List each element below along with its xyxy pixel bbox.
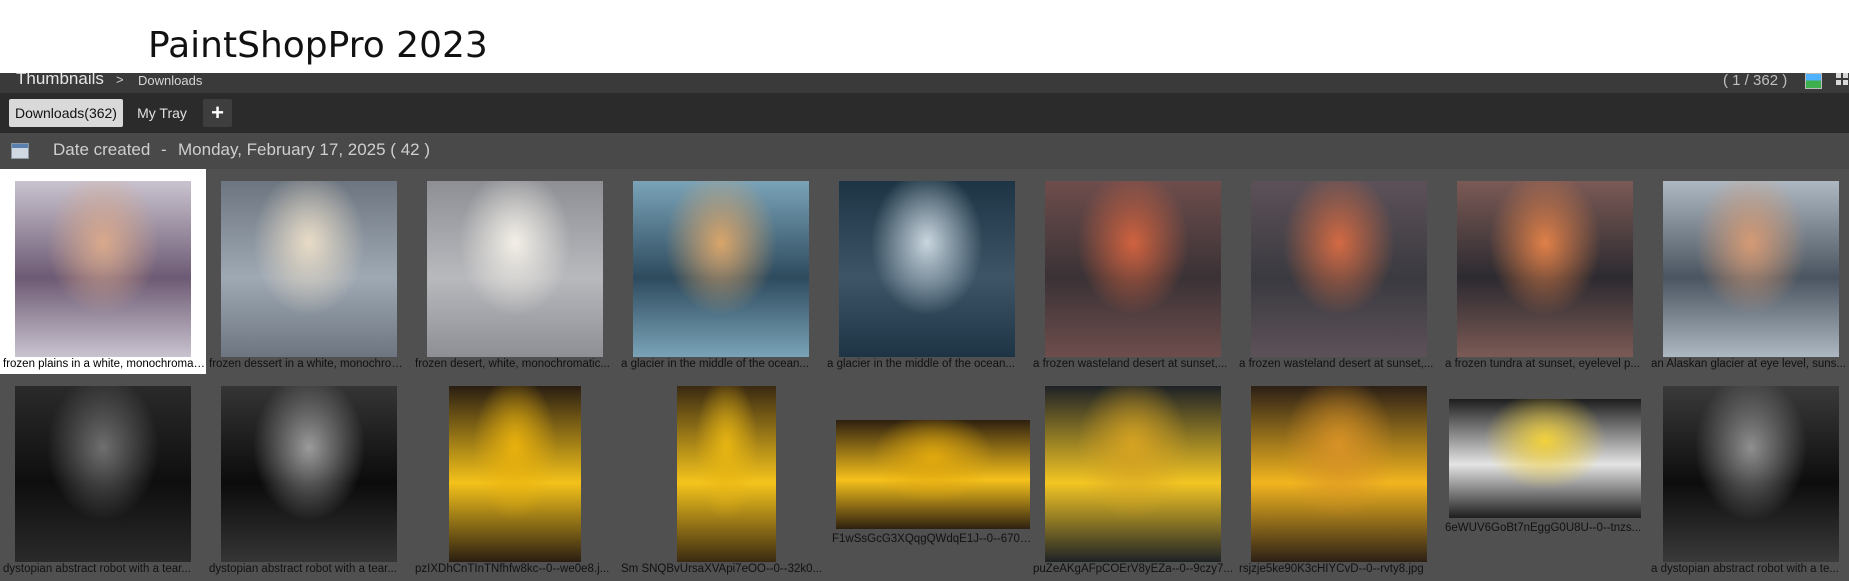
thumbnail-image[interactable]	[1663, 181, 1839, 357]
thumbnail-image[interactable]	[1449, 399, 1641, 518]
thumbnail-image[interactable]	[15, 386, 191, 562]
breadcrumb-current[interactable]: Downloads	[138, 73, 202, 88]
thumbnail-item[interactable]: frozen dessert in a white, monochromatic…	[206, 169, 412, 374]
thumbnail-caption: Sm SNQBvUrsaXVApi7eOO--0--32k0...	[621, 563, 823, 575]
thumbnail-item[interactable]: dystopian abstract robot with a tear...	[0, 374, 206, 579]
thumbnail-image[interactable]	[221, 181, 397, 357]
thumbnail-image[interactable]	[836, 420, 1030, 529]
breadcrumb-root[interactable]: Thumbnails	[16, 73, 104, 89]
thumbnail-image[interactable]	[633, 181, 809, 357]
thumbnail-caption: an Alaskan glacier at eye level, suns...	[1651, 358, 1846, 370]
thumbnail-image[interactable]	[221, 386, 397, 562]
thumbnail-caption: a glacier in the middle of the ocean...	[827, 358, 1015, 370]
thumbnail-caption: rsjzje5ke90K3cHIYCvD--0--rvty8.jpg	[1239, 563, 1424, 575]
thumbnail-caption: 6eWUV6GoBt7nEggG0U8U--0--tnzs...	[1445, 522, 1642, 534]
thumbnail-item[interactable]: a frozen wasteland desert at sunset,...	[1030, 169, 1236, 374]
thumbnail-item[interactable]: a dystopian abstract robot with a te...	[1648, 374, 1849, 579]
tray-tabs: Downloads(362) My Tray +	[0, 93, 1849, 133]
thumbnail-image[interactable]	[1045, 181, 1221, 357]
thumbnail-item[interactable]: 6eWUV6GoBt7nEggG0U8U--0--tnzs...	[1442, 374, 1648, 579]
thumbnail-caption: F1wSsGcG3XQqgQWdqE1J--0--6708...	[832, 533, 1035, 545]
grid-view-icon[interactable]	[1836, 73, 1849, 87]
group-date: Monday, February 17, 2025 ( 42 )	[178, 140, 430, 159]
breadcrumb-separator: >	[116, 73, 124, 87]
tab-my-tray[interactable]: My Tray	[129, 99, 195, 127]
thumbnail-caption: pzIXDhCnTInTNfhfw8kc--0--we0e8.j...	[415, 563, 610, 575]
thumbnail-item[interactable]: pzIXDhCnTInTNfhfw8kc--0--we0e8.j...	[412, 374, 618, 579]
page-count: ( 1 / 362 )	[1723, 73, 1788, 89]
thumbnail-item[interactable]: Sm SNQBvUrsaXVApi7eOO--0--32k0...	[618, 374, 824, 579]
thumbnail-image[interactable]	[427, 181, 603, 357]
thumbnail-image[interactable]	[1251, 386, 1427, 562]
image-view-icon[interactable]	[1805, 73, 1822, 89]
thumbnail-image[interactable]	[839, 181, 1015, 357]
thumbnail-caption: puZeAKgAFpCOErV8yEZa--0--9czy7...	[1033, 563, 1234, 575]
thumbnail-item[interactable]: a glacier in the middle of the ocean...	[618, 169, 824, 374]
thumbnail-caption: frozen plains in a white, monochromatic.…	[3, 358, 206, 370]
thumbnail-item[interactable]: a frozen tundra at sunset, eyelevel p...	[1442, 169, 1648, 374]
thumbnail-item[interactable]: dystopian abstract robot with a tear...	[206, 374, 412, 579]
thumbnail-caption: a frozen wasteland desert at sunset,...	[1239, 358, 1434, 370]
thumbnail-item[interactable]: frozen plains in a white, monochromatic.…	[0, 169, 206, 374]
thumbnail-caption: frozen dessert in a white, monochromatic…	[209, 358, 412, 370]
thumbnail-grid: frozen plains in a white, monochromatic.…	[0, 169, 1849, 581]
thumbnail-caption: dystopian abstract robot with a tear...	[3, 563, 191, 575]
group-header[interactable]: Date created - Monday, February 17, 2025…	[0, 133, 1849, 169]
thumbnail-image[interactable]	[1251, 181, 1427, 357]
thumbnail-caption: a frozen tundra at sunset, eyelevel p...	[1445, 358, 1640, 370]
tab-downloads[interactable]: Downloads(362)	[9, 99, 123, 127]
breadcrumb: Thumbnails > Downloads ( 1 / 362 )	[0, 73, 1849, 93]
thumbnail-item[interactable]: rsjzje5ke90K3cHIYCvD--0--rvty8.jpg	[1236, 374, 1442, 579]
thumbnail-item[interactable]: puZeAKgAFpCOErV8yEZa--0--9czy7...	[1030, 374, 1236, 579]
thumbnail-caption: dystopian abstract robot with a tear...	[209, 563, 397, 575]
thumbnail-image[interactable]	[1457, 181, 1633, 357]
title-bar: PaintShopPro 2023	[0, 0, 1849, 73]
thumbnail-caption: frozen desert, white, monochromatic...	[415, 358, 610, 370]
thumbnail-image[interactable]	[1045, 386, 1221, 562]
thumbnail-image[interactable]	[1663, 386, 1839, 562]
thumbnail-caption: a dystopian abstract robot with a te...	[1651, 563, 1839, 575]
app-title: PaintShopPro 2023	[148, 25, 488, 66]
thumbnail-caption: a frozen wasteland desert at sunset,...	[1033, 358, 1228, 370]
group-label: Date created	[53, 140, 151, 159]
thumbnail-image[interactable]	[15, 181, 191, 357]
thumbnail-image[interactable]	[677, 386, 776, 562]
thumbnail-image[interactable]	[449, 386, 581, 562]
thumbnail-item[interactable]: a frozen wasteland desert at sunset,...	[1236, 169, 1442, 374]
calendar-icon	[11, 143, 29, 159]
thumbnail-item[interactable]: F1wSsGcG3XQqgQWdqE1J--0--6708...	[824, 374, 1035, 579]
thumbnail-caption: a glacier in the middle of the ocean...	[621, 358, 809, 370]
thumbnail-item[interactable]: an Alaskan glacier at eye level, suns...	[1648, 169, 1849, 374]
add-tab-button[interactable]: +	[203, 99, 232, 127]
thumbnail-item[interactable]: a glacier in the middle of the ocean...	[824, 169, 1030, 374]
thumbnail-item[interactable]: frozen desert, white, monochromatic...	[412, 169, 618, 374]
group-separator: -	[161, 140, 167, 159]
